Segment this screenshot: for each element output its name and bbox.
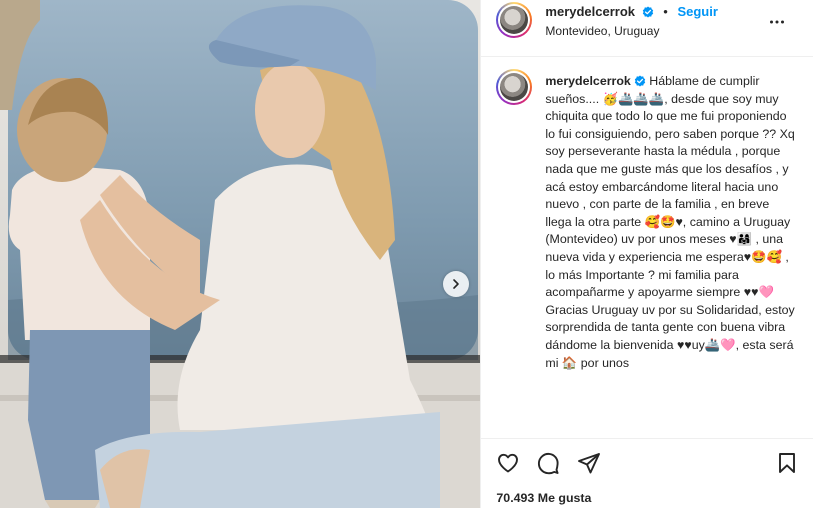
bookmark-icon[interactable] — [775, 451, 799, 475]
paper-plane-icon[interactable] — [577, 451, 601, 475]
caption-section: merydelcerrok Háblame de cumplir sueños.… — [481, 56, 813, 438]
verified-badge-icon — [642, 6, 653, 18]
caption-text: merydelcerrok Háblame de cumplir sueños.… — [545, 73, 795, 372]
avatar-ring — [498, 4, 531, 36]
location-link[interactable]: Montevideo, Uruguay — [545, 24, 659, 38]
caption-avatar[interactable] — [496, 69, 533, 105]
verified-badge-icon — [634, 75, 646, 87]
chevron-right-icon — [453, 279, 459, 289]
post-side-panel: merydelcerrok • Seguir Montevideo, Urugu… — [480, 0, 813, 509]
header-user-line: merydelcerrok • Seguir — [545, 4, 718, 19]
instagram-post: merydelcerrok • Seguir Montevideo, Urugu… — [0, 0, 813, 509]
username-link[interactable]: merydelcerrok — [545, 4, 635, 19]
follow-button[interactable]: Seguir — [677, 4, 717, 19]
avatar-ring — [498, 71, 531, 103]
more-options-icon[interactable] — [769, 14, 785, 30]
comment-icon[interactable] — [536, 451, 560, 475]
photo-illustration — [0, 0, 481, 508]
likes-count[interactable]: 70.493 Me gusta — [496, 491, 591, 505]
post-photo[interactable] — [0, 0, 481, 508]
actions-bar: 70.493 Me gusta — [481, 438, 813, 509]
caption-body: Háblame de cumplir sueños.... 🥳🚢🚢🚢, desd… — [545, 74, 795, 370]
separator-dot: • — [663, 4, 668, 19]
carousel-next-button[interactable] — [443, 271, 469, 297]
avatar-image — [500, 73, 529, 101]
post-header: merydelcerrok • Seguir Montevideo, Urugu… — [481, 0, 813, 57]
avatar[interactable] — [496, 2, 533, 38]
caption-username[interactable]: merydelcerrok — [545, 74, 630, 88]
heart-icon[interactable] — [496, 451, 520, 475]
avatar-image — [500, 6, 529, 34]
